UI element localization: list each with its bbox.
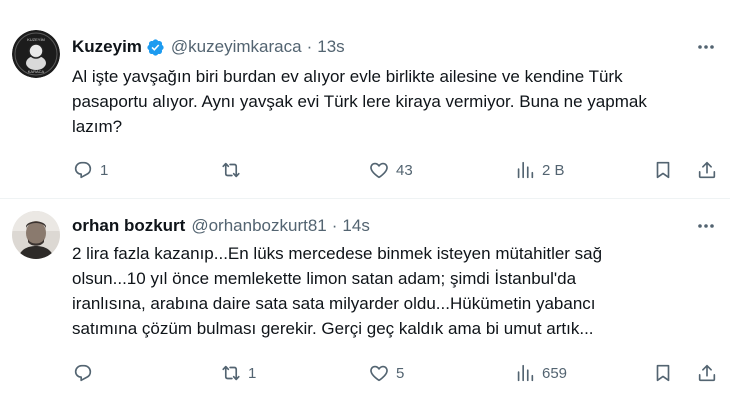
separator: ·: [331, 216, 338, 235]
handle[interactable]: @kuzeyimkaraca: [171, 37, 302, 57]
tweet-text-line: iranlısına, arabına daire sata sata mily…: [72, 294, 596, 313]
display-name[interactable]: orhan bozkurt: [72, 216, 185, 236]
reply-icon: [72, 159, 94, 181]
like-button[interactable]: 43: [368, 158, 413, 182]
repost-count: 1: [248, 364, 257, 382]
avatar-text-bottom: KARACA: [28, 69, 45, 74]
tweet-text-line: olsun...10 yıl önce memlekette limon sat…: [72, 269, 577, 288]
heart-icon: [368, 159, 390, 181]
share-icon: [696, 159, 718, 181]
more-options-icon[interactable]: [696, 38, 716, 56]
timeline: KUZEYİM KARACA Kuzeyim @kuzeyimkaraca · …: [0, 0, 730, 420]
tweet-text-line: satımına çözüm bulması gerekir. Gerçi ge…: [72, 319, 594, 338]
tweet-text-line: 2 lira fazla kazanıp...En lüks mercedese…: [72, 244, 603, 263]
like-count: 5: [396, 364, 405, 382]
avatar[interactable]: KUZEYİM KARACA: [12, 30, 60, 78]
views-chart-icon: [514, 362, 536, 384]
tweet-actions: 1 43 2 B: [72, 158, 722, 182]
repost-icon: [220, 159, 242, 181]
repost-button[interactable]: [220, 158, 248, 182]
separator: ·: [306, 37, 313, 56]
avatar[interactable]: [12, 211, 60, 259]
bookmark-icon: [652, 159, 674, 181]
repost-icon: [220, 362, 242, 384]
reply-button[interactable]: [72, 361, 100, 385]
tweet-header: orhan bozkurt @orhanbozkurt81 · 14s: [72, 215, 690, 237]
views-count: 2 B: [542, 161, 565, 179]
tweet[interactable]: orhan bozkurt @orhanbozkurt81 · 14s 2 li…: [0, 199, 730, 420]
reply-button[interactable]: 1: [72, 158, 108, 182]
tweet-header: Kuzeyim @kuzeyimkaraca · 13s: [72, 36, 690, 58]
handle[interactable]: @orhanbozkurt81: [191, 216, 326, 236]
timestamp[interactable]: 14s: [342, 216, 369, 236]
tweet-text: Al işte yavşağın biri burdan ev alıyor e…: [72, 64, 712, 139]
views-chart-icon: [514, 159, 536, 181]
avatar-text-top: KUZEYİM: [27, 37, 45, 42]
tweet-text-line: lazım?: [72, 117, 123, 136]
like-button[interactable]: 5: [368, 361, 404, 385]
heart-icon: [368, 362, 390, 384]
display-name[interactable]: Kuzeyim: [72, 37, 142, 57]
tweet-text-line: pasaportu alıyor. Aynı yavşak evi Türk l…: [72, 92, 647, 111]
tweet-text: 2 lira fazla kazanıp...En lüks mercedese…: [72, 241, 712, 341]
reply-count: 1: [100, 161, 109, 179]
tweet[interactable]: KUZEYİM KARACA Kuzeyim @kuzeyimkaraca · …: [0, 0, 730, 198]
tweet-actions: 1 5 659: [72, 361, 722, 385]
reply-icon: [72, 362, 94, 384]
views-button[interactable]: 2 B: [514, 158, 565, 182]
tweet-text-line: Al işte yavşağın biri burdan ev alıyor e…: [72, 67, 623, 86]
share-button[interactable]: [696, 158, 718, 182]
more-options-icon[interactable]: [696, 217, 716, 235]
timestamp[interactable]: 13s: [317, 37, 344, 57]
bookmark-icon: [652, 362, 674, 384]
share-button[interactable]: [696, 361, 718, 385]
share-icon: [696, 362, 718, 384]
bookmark-button[interactable]: [652, 158, 674, 182]
bookmark-button[interactable]: [652, 361, 674, 385]
views-count: 659: [542, 364, 568, 382]
like-count: 43: [396, 161, 413, 179]
verified-badge-icon: [146, 38, 165, 57]
repost-button[interactable]: 1: [220, 361, 256, 385]
views-button[interactable]: 659: [514, 361, 567, 385]
